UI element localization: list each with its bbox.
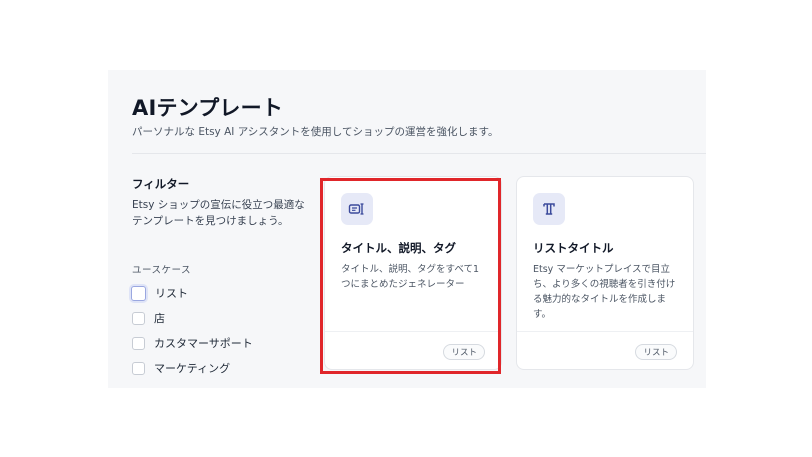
card-divider — [325, 331, 501, 332]
filter-option-customer-support[interactable]: カスタマーサポート — [132, 334, 253, 352]
filter-option-label: マーケティング — [154, 362, 231, 375]
filter-option-label: リスト — [155, 287, 188, 300]
filter-option-listing[interactable]: リスト — [131, 284, 188, 302]
filter-description: Etsy ショップの宣伝に役立つ最適なテンプレートを見つけましょう。 — [132, 199, 305, 227]
templates-panel: AIテンプレート パーソナルな Etsy AI アシスタントを使用してショップの… — [108, 70, 706, 388]
usecase-label: ユースケース — [132, 265, 192, 276]
listing-checkbox[interactable] — [131, 285, 146, 301]
filter-option-label: 店 — [154, 312, 165, 325]
usecase-tag: リスト — [443, 344, 485, 360]
listing-tag-icon — [341, 193, 373, 225]
filter-option-shop[interactable]: 店 — [132, 309, 165, 327]
usecase-tag: リスト — [635, 344, 677, 360]
filter-title: フィルター — [132, 177, 190, 191]
shop-checkbox[interactable] — [132, 311, 145, 325]
template-card-listing-title[interactable]: リストタイトル Etsy マーケットプレイスで目立ち、より多くの視聴者を引き付け… — [516, 176, 694, 370]
filter-option-label: カスタマーサポート — [154, 337, 253, 350]
filter-sidebar: フィルター Etsy ショップの宣伝に役立つ最適なテンプレートを見つけましょう。… — [131, 176, 312, 375]
card-title: タイトル、説明、タグ — [341, 241, 456, 255]
page-title: AIテンプレート — [132, 96, 284, 120]
page-subtitle: パーソナルな Etsy AI アシスタントを使用してショップの運営を強化します。 — [132, 126, 499, 138]
customer-support-checkbox[interactable] — [132, 336, 145, 350]
card-title: リストタイトル — [533, 241, 614, 255]
card-divider — [517, 331, 693, 332]
header-divider — [132, 153, 706, 154]
template-card-title-description-tags[interactable]: タイトル、説明、タグ タイトル、説明、タグをすべて1つにまとめたジェネレーター … — [324, 176, 502, 370]
card-description: タイトル、説明、タグをすべて1つにまとめたジェネレーター — [341, 264, 479, 290]
marketing-checkbox[interactable] — [132, 361, 145, 375]
card-description: Etsy マーケットプレイスで目立ち、より多くの視聴者を引き付ける魅力的なタイト… — [533, 264, 676, 320]
title-text-icon — [533, 193, 565, 225]
filter-option-marketing[interactable]: マーケティング — [132, 359, 230, 377]
